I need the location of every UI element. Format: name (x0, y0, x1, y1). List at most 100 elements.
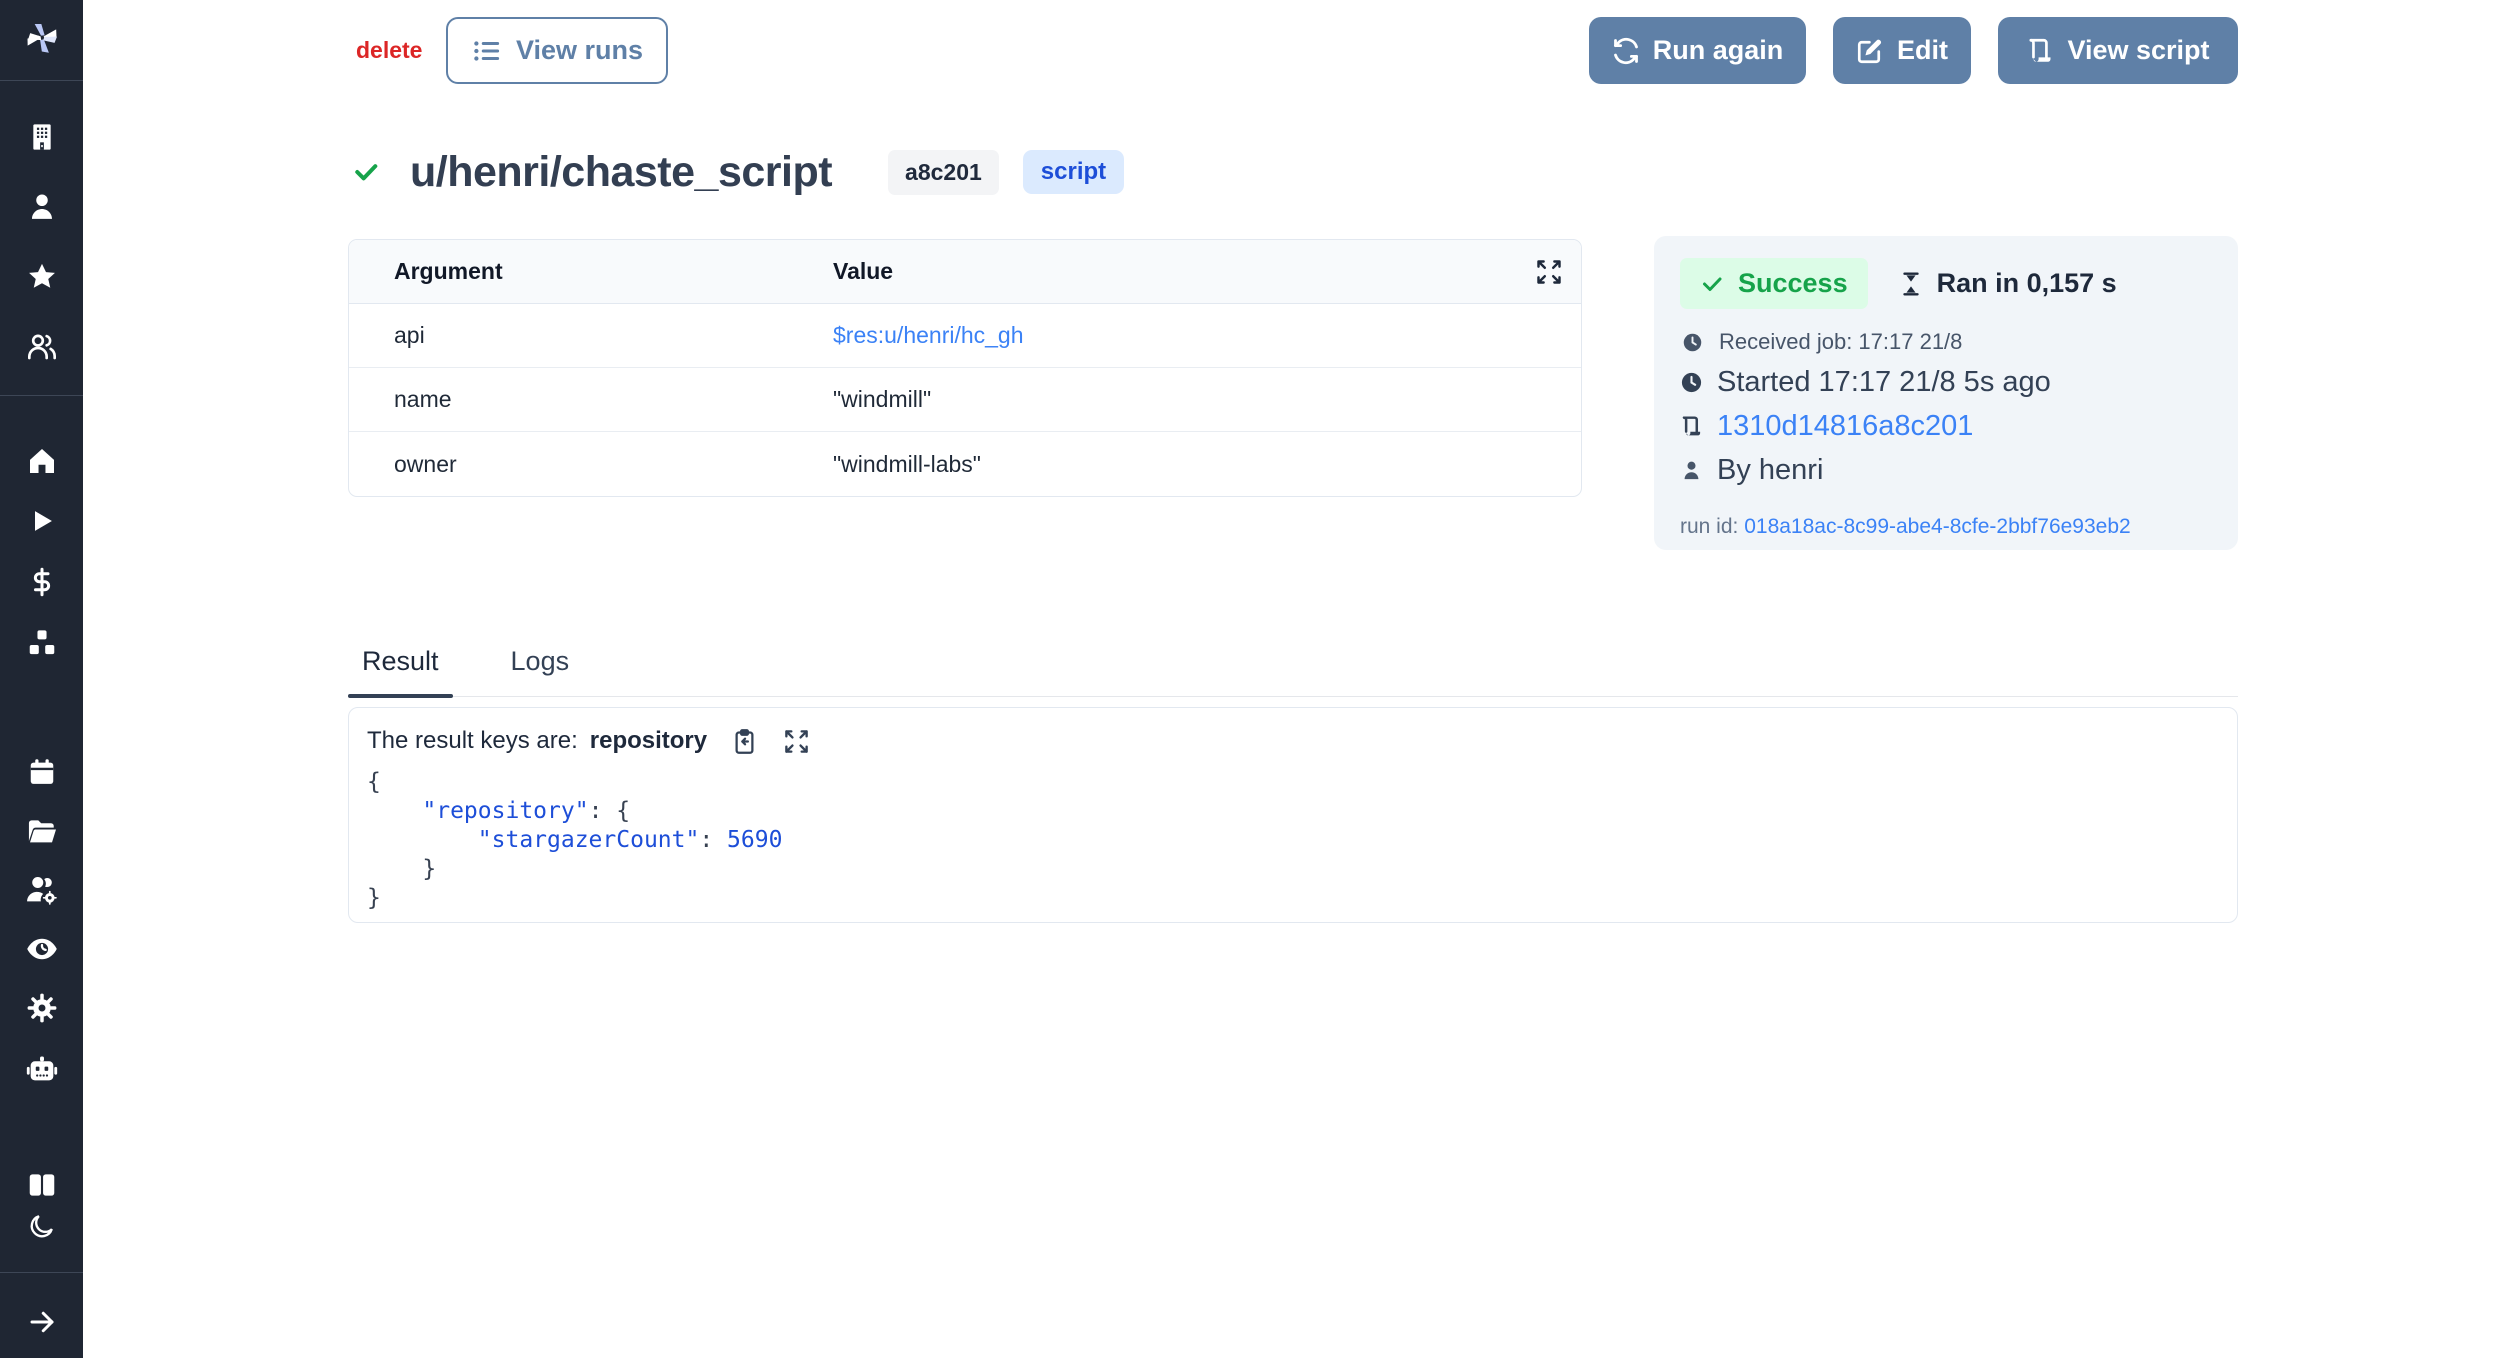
edit-button[interactable]: Edit (1833, 17, 1971, 84)
play-icon (28, 507, 56, 535)
expand-result-button[interactable] (781, 726, 811, 756)
windmill-logo-icon[interactable] (0, 12, 83, 64)
script-hash-row: 1310d14816a8c201 (1680, 410, 2212, 443)
sidebar-item-workers-groups[interactable] (0, 870, 83, 910)
result-keys: repository (590, 727, 707, 755)
result-keys-prefix: The result keys are: (367, 727, 578, 755)
sidebar-item-folders[interactable] (0, 811, 83, 851)
hash-badge: a8c201 (888, 150, 999, 195)
sidebar-item-schedules[interactable] (0, 752, 83, 792)
users-icon (26, 330, 58, 362)
clipboard-copy-icon (731, 728, 758, 755)
resource-link[interactable]: $res:u/henri/hc_gh (833, 322, 1581, 349)
scroll-icon (1680, 415, 1703, 438)
code-line: "stargazerCount": 5690 (367, 826, 2237, 855)
sidebar-item-settings[interactable] (0, 988, 83, 1028)
args-table-body: api$res:u/henri/hc_ghname"windmill" owner… (349, 304, 1581, 496)
received-row: Received job: 17:17 21/8 (1680, 329, 2212, 355)
duration-label: Ran in 0,157 s (1937, 268, 2117, 299)
expand-arrows-icon (783, 728, 810, 755)
robot-icon (25, 1052, 59, 1086)
sidebar-item-dark-mode[interactable] (0, 1206, 83, 1246)
argument-cell: owner (349, 451, 833, 478)
person-icon (1680, 459, 1703, 482)
received-label: Received job: 17:17 21/8 (1719, 329, 1962, 355)
success-check-icon (352, 158, 380, 186)
argument-cell: api (349, 322, 833, 349)
sidebar-item-groups[interactable] (0, 326, 83, 366)
clock-icon (1682, 332, 1703, 353)
delete-button[interactable]: delete (356, 37, 422, 64)
expand-arrows-icon (1535, 258, 1563, 286)
sidebar-divider (0, 1272, 83, 1273)
view-script-button[interactable]: View script (1998, 17, 2238, 84)
home-icon (26, 445, 58, 477)
sidebar (0, 0, 83, 1358)
sidebar-item-resources[interactable] (0, 623, 83, 663)
sidebar-item-workspace[interactable] (0, 117, 83, 157)
edit-pencil-icon (1856, 37, 1884, 65)
status-row: Success Ran in 0,157 s (1680, 258, 2212, 309)
result-json: { "repository": { "stargazerCount": 5690… (367, 768, 2237, 913)
scroll-icon (2026, 37, 2054, 65)
code-line: { (367, 768, 2237, 797)
user-icon (27, 192, 57, 222)
status-label: Success (1738, 268, 1848, 299)
tab-result[interactable]: Result (348, 646, 453, 696)
title-row: u/henri/chaste_script a8c201 script (352, 146, 1124, 198)
sidebar-item-workers[interactable] (0, 1049, 83, 1089)
expand-table-button[interactable] (1533, 256, 1565, 288)
calendar-icon (27, 757, 57, 787)
run-id-label: run id: (1680, 515, 1738, 538)
script-type-badge: script (1023, 150, 1124, 194)
building-icon (26, 121, 58, 153)
run-again-label: Run again (1653, 35, 1784, 66)
value-cell: "windmill-labs" (833, 451, 1581, 478)
run-info-panel: Success Ran in 0,157 s Received job: 17:… (1654, 236, 2238, 550)
tab-logs[interactable]: Logs (497, 646, 584, 696)
value-cell: "windmill" (833, 386, 1581, 413)
duration: Ran in 0,157 s (1898, 268, 2117, 299)
started-row: Started 17:17 21/8 5s ago (1680, 366, 2212, 399)
sidebar-item-docs[interactable] (0, 1165, 83, 1205)
code-line: "repository": { (367, 797, 2237, 826)
value-column-header: Value (833, 258, 893, 285)
job-run-page: delete View runs Run again Edit (0, 0, 2500, 1358)
top-left-actions: delete View runs (356, 17, 668, 84)
sidebar-divider (0, 80, 83, 81)
script-hash-link[interactable]: 1310d14816a8c201 (1717, 410, 1973, 443)
sidebar-item-runs[interactable] (0, 501, 83, 541)
sidebar-item-favorites[interactable] (0, 257, 83, 297)
gear-icon (26, 992, 58, 1024)
argument-column-header: Argument (349, 258, 833, 285)
refresh-icon (1612, 37, 1640, 65)
argument-cell: name (349, 386, 833, 413)
sidebar-item-audit-logs[interactable] (0, 929, 83, 969)
sidebar-expand-button[interactable] (0, 1302, 83, 1342)
sidebar-item-user[interactable] (0, 187, 83, 227)
code-line: } (367, 884, 2237, 913)
result-tabs: Result Logs (348, 646, 2238, 697)
view-runs-button[interactable]: View runs (446, 17, 668, 84)
started-label: Started 17:17 21/8 5s ago (1717, 366, 2051, 399)
run-id-link[interactable]: 018a18ac-8c99-abe4-8cfe-2bbf76e93eb2 (1744, 515, 2130, 538)
users-gear-icon (25, 873, 59, 907)
table-row: api$res:u/henri/hc_gh (349, 304, 1581, 368)
arguments-table-header: Argument Value (349, 240, 1581, 304)
copy-result-button[interactable] (729, 726, 759, 756)
top-right-actions: Run again Edit View script (1589, 17, 2238, 84)
table-row: owner"windmill-labs" (349, 432, 1581, 496)
sidebar-item-home[interactable] (0, 441, 83, 481)
page-title: u/henri/chaste_script (410, 148, 832, 197)
sidebar-divider (0, 395, 83, 396)
check-icon (1700, 272, 1724, 296)
eye-icon (25, 932, 59, 966)
by-row: By henri (1680, 454, 2212, 487)
view-script-label: View script (2067, 35, 2209, 66)
arrow-right-icon (27, 1307, 57, 1337)
book-icon (26, 1169, 58, 1201)
sidebar-item-variables[interactable] (0, 562, 83, 602)
run-again-button[interactable]: Run again (1589, 17, 1806, 84)
status-badge: Success (1680, 258, 1868, 309)
by-label: By henri (1717, 454, 1823, 487)
